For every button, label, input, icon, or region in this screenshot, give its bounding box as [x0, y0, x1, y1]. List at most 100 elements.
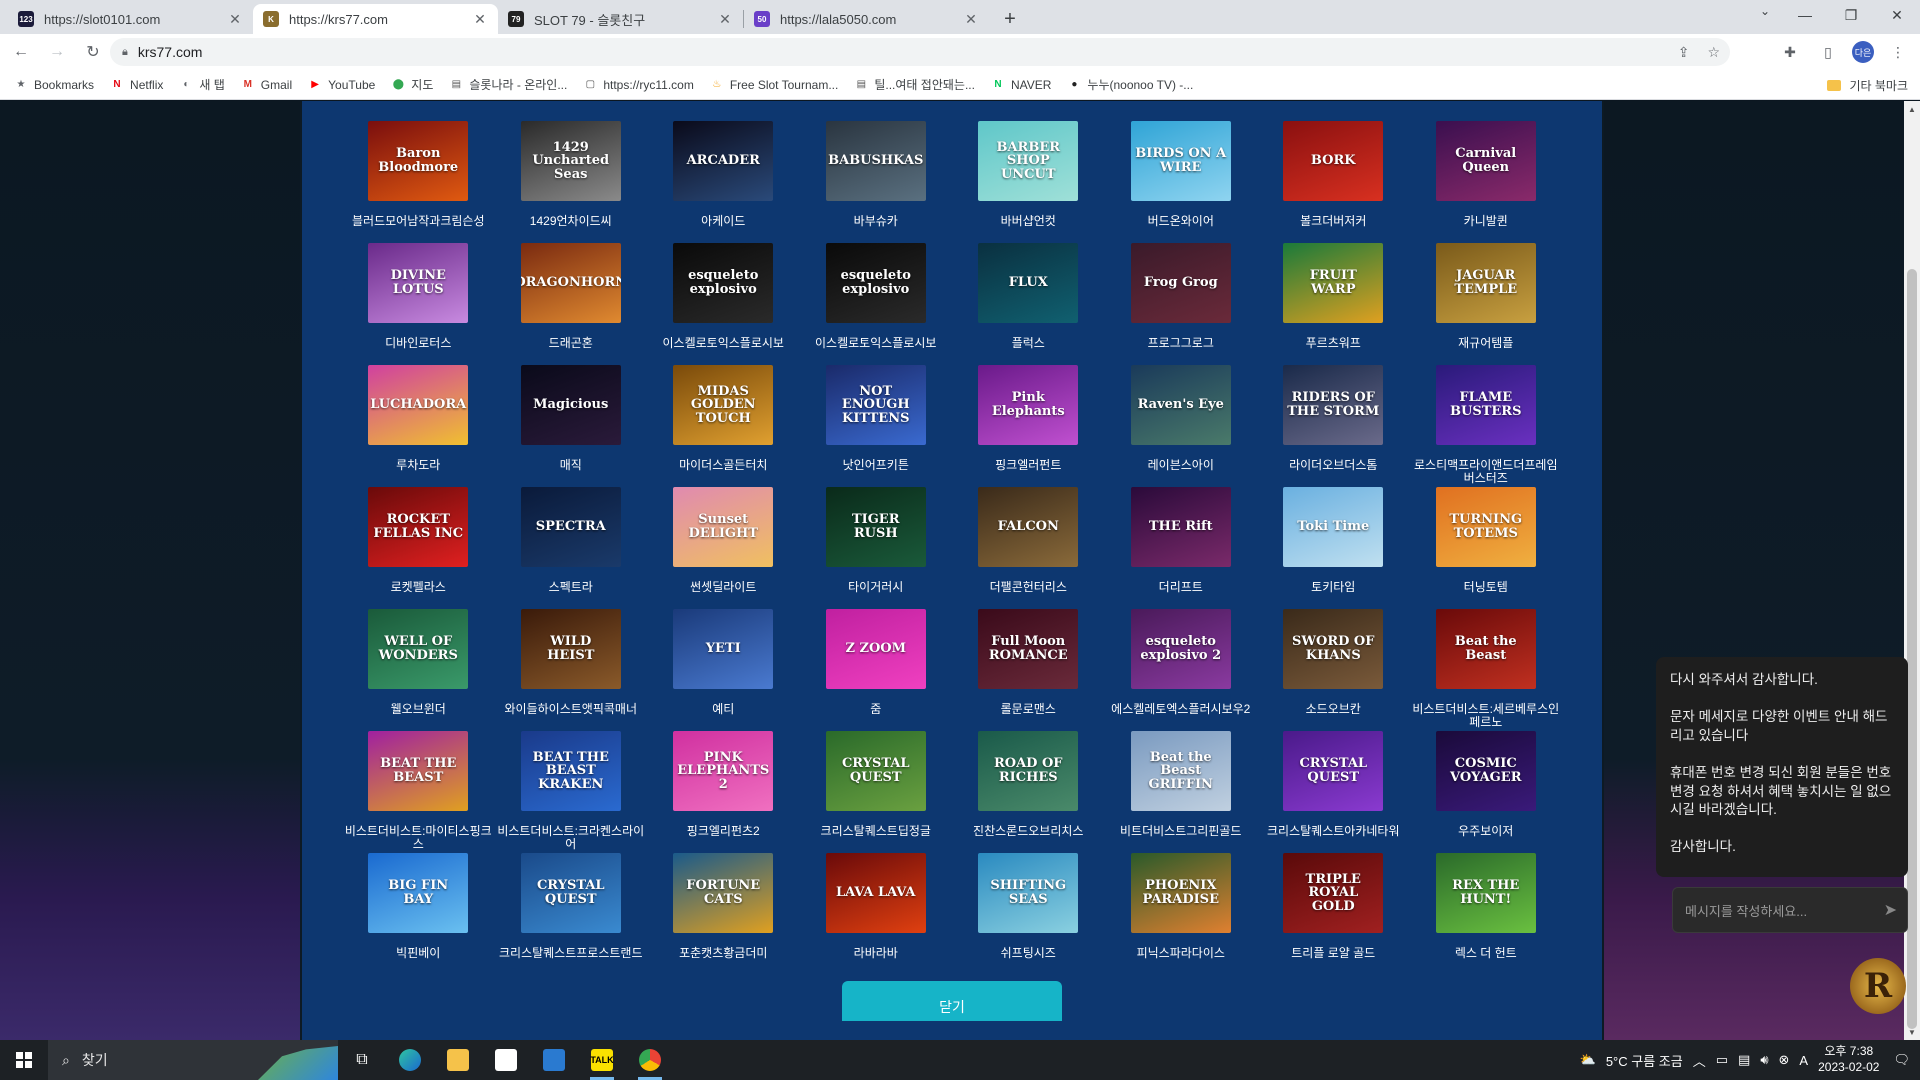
- game-title[interactable]: 와이들하이스트앳픽콕매너: [495, 702, 647, 716]
- game-title[interactable]: 푸르츠워프: [1257, 336, 1409, 350]
- game-thumbnail[interactable]: YETI: [673, 609, 774, 689]
- game-card[interactable]: TRIPLE ROYAL GOLD 트리플 로얄 골드: [1257, 853, 1410, 975]
- game-title[interactable]: 비스트더비스트:크라켄스라이어: [495, 824, 647, 851]
- game-title[interactable]: 바버샵언컷: [952, 214, 1104, 228]
- game-title[interactable]: 우주보이저: [1410, 824, 1562, 838]
- browser-tab[interactable]: 79 SLOT 79 - 슬롯친구 ✕: [498, 4, 743, 34]
- game-thumbnail[interactable]: Beat the Beast GRIFFIN: [1130, 731, 1231, 811]
- game-card[interactable]: BEAT THE BEAST KRAKEN 비스트더비스트:크라켄스라이어: [495, 731, 648, 853]
- game-card[interactable]: esqueleto explosivo 이스켈로토익스플로시보: [647, 243, 800, 365]
- game-card[interactable]: COSMIC VOYAGER 우주보이저: [1410, 731, 1563, 853]
- reload-button[interactable]: ↻: [78, 37, 108, 67]
- bookmark-item[interactable]: M Gmail: [241, 78, 293, 92]
- game-title[interactable]: 아케이드: [647, 214, 799, 228]
- game-card[interactable]: WELL OF WONDERS 웰오브윈더: [342, 609, 495, 731]
- game-title[interactable]: 더팰콘헌터리스: [952, 580, 1104, 594]
- share-icon[interactable]: ⇪: [1678, 44, 1690, 61]
- game-thumbnail[interactable]: esqueleto explosivo: [673, 243, 774, 323]
- bookmark-item[interactable]: ⬤ 지도: [391, 76, 434, 93]
- game-title[interactable]: 볼크더버저커: [1257, 214, 1409, 228]
- display-icon[interactable]: ▭: [1716, 1052, 1728, 1068]
- game-title[interactable]: 로켓펠라스: [342, 580, 494, 594]
- volume-icon[interactable]: 🔊︎: [1760, 1052, 1768, 1068]
- game-card[interactable]: Magicious 매직: [495, 365, 648, 487]
- tab-search-icon[interactable]: ⌄: [1760, 4, 1770, 18]
- game-card[interactable]: CRYSTAL QUEST 크리스탈퀘스트프로스트랜드: [495, 853, 648, 975]
- game-thumbnail[interactable]: Frog Grog: [1130, 243, 1231, 323]
- game-card[interactable]: CRYSTAL QUEST 크리스탈퀘스트딥정글: [800, 731, 953, 853]
- game-card[interactable]: MIDAS GOLDEN TOUCH 마이더스골든터치: [647, 365, 800, 487]
- game-card[interactable]: NOT ENOUGH KITTENS 낫인어프키튼: [800, 365, 953, 487]
- game-title[interactable]: 포춘캣츠황금더미: [647, 946, 799, 960]
- game-title[interactable]: 롤문로맨스: [952, 702, 1104, 716]
- address-bar[interactable]: 🔒︎ krs77.com ⇪ ☆: [110, 38, 1730, 66]
- game-thumbnail[interactable]: PINK ELEPHANTS 2: [673, 731, 774, 811]
- game-title[interactable]: 터닝토템: [1410, 580, 1562, 594]
- weather-text[interactable]: 5°C 구름 조금: [1606, 1051, 1683, 1070]
- game-thumbnail[interactable]: BIG FIN BAY: [368, 853, 469, 933]
- game-title[interactable]: 루차도라: [342, 458, 494, 472]
- game-thumbnail[interactable]: CRYSTAL QUEST: [1283, 731, 1384, 811]
- game-card[interactable]: BABUSHKAS 바부슈카: [800, 121, 953, 243]
- mute-icon[interactable]: ⊗: [1779, 1052, 1790, 1068]
- weather-icon[interactable]: ⛅: [1580, 1052, 1596, 1068]
- game-title[interactable]: 트리플 로얄 골드: [1257, 946, 1409, 960]
- game-card[interactable]: Raven's Eye 레이븐스아이: [1105, 365, 1258, 487]
- browser-tab[interactable]: Khttps://krs77.com ✕: [253, 4, 498, 34]
- game-title[interactable]: 라이더오브더스톰: [1257, 458, 1409, 472]
- game-thumbnail[interactable]: BARBER SHOP UNCUT: [978, 121, 1079, 201]
- game-thumbnail[interactable]: REX THE HUNT!: [1435, 853, 1536, 933]
- bookmark-item[interactable]: ● 누누(noonoo TV) -...: [1067, 76, 1193, 93]
- game-thumbnail[interactable]: BABUSHKAS: [825, 121, 926, 201]
- file-explorer-icon[interactable]: [434, 1040, 482, 1080]
- game-card[interactable]: FALCON 더팰콘헌터리스: [952, 487, 1105, 609]
- game-thumbnail[interactable]: SHIFTING SEAS: [978, 853, 1079, 933]
- game-thumbnail[interactable]: COSMIC VOYAGER: [1435, 731, 1536, 811]
- game-title[interactable]: 핑크엘리펀츠2: [647, 824, 799, 838]
- store-icon[interactable]: [482, 1040, 530, 1080]
- game-thumbnail[interactable]: CRYSTAL QUEST: [520, 853, 621, 933]
- game-card[interactable]: DIVINE LOTUS 디바인로터스: [342, 243, 495, 365]
- game-card[interactable]: Frog Grog 프로그그로그: [1105, 243, 1258, 365]
- task-view-icon[interactable]: ⧉: [338, 1040, 386, 1080]
- game-card[interactable]: BEAT THE BEAST 비스트더비스트:마이티스핑크스: [342, 731, 495, 853]
- game-title[interactable]: 이스켈로토익스플로시보: [800, 336, 952, 350]
- chat-input[interactable]: 메시지를 작성하세요... ➤: [1672, 887, 1908, 933]
- extensions-icon[interactable]: ✚: [1776, 38, 1804, 66]
- game-title[interactable]: 더리프트: [1105, 580, 1257, 594]
- profile-avatar[interactable]: 다은: [1852, 41, 1874, 63]
- bookmark-item[interactable]: ▤ 슬롯나라 - 온라인...: [449, 76, 568, 93]
- game-thumbnail[interactable]: RIDERS OF THE STORM: [1283, 365, 1384, 445]
- game-title[interactable]: 크리스탈퀘스트프로스트랜드: [495, 946, 647, 960]
- game-card[interactable]: PINK ELEPHANTS 2 핑크엘리펀츠2: [647, 731, 800, 853]
- game-title[interactable]: 플럭스: [952, 336, 1104, 350]
- bookmark-item[interactable]: ♨ Free Slot Tournam...: [710, 78, 838, 92]
- game-thumbnail[interactable]: FALCON: [978, 487, 1079, 567]
- game-title[interactable]: 비스트더비스트:세르베루스인페르노: [1410, 702, 1562, 729]
- bookmark-item[interactable]: ▶ YouTube: [308, 78, 375, 92]
- mail-icon[interactable]: [530, 1040, 578, 1080]
- game-title[interactable]: 로스티맥프라이앤드더프레임버스터즈: [1410, 458, 1562, 485]
- bookmark-item[interactable]: ★ Bookmarks: [14, 78, 95, 92]
- chrome-icon[interactable]: [626, 1040, 674, 1080]
- side-panel-icon[interactable]: ▯: [1814, 38, 1842, 66]
- game-thumbnail[interactable]: SWORD OF KHANS: [1283, 609, 1384, 689]
- browser-tab[interactable]: 50 https://lala5050.com ✕: [744, 4, 989, 34]
- game-title[interactable]: 소드오브칸: [1257, 702, 1409, 716]
- game-title[interactable]: 이스켈로토익스플로시보: [647, 336, 799, 350]
- game-thumbnail[interactable]: JAGUAR TEMPLE: [1435, 243, 1536, 323]
- game-title[interactable]: 디바인로터스: [342, 336, 494, 350]
- game-card[interactable]: JAGUAR TEMPLE 재규어템플: [1410, 243, 1563, 365]
- game-thumbnail[interactable]: MIDAS GOLDEN TOUCH: [673, 365, 774, 445]
- game-thumbnail[interactable]: FRUIT WARP: [1283, 243, 1384, 323]
- game-title[interactable]: 타이거러시: [800, 580, 952, 594]
- tab-close-icon[interactable]: ✕: [472, 11, 488, 27]
- game-thumbnail[interactable]: Full Moon ROMANCE: [978, 609, 1079, 689]
- game-thumbnail[interactable]: esqueleto explosivo: [825, 243, 926, 323]
- game-thumbnail[interactable]: FORTUNE CATS: [673, 853, 774, 933]
- game-title[interactable]: 예티: [647, 702, 799, 716]
- game-card[interactable]: esqueleto explosivo 2 에스켈레토엑스플러시보우2: [1105, 609, 1258, 731]
- game-title[interactable]: 빅핀베이: [342, 946, 494, 960]
- game-title[interactable]: 웰오브윈더: [342, 702, 494, 716]
- game-card[interactable]: WILD HEIST 와이들하이스트앳픽콕매너: [495, 609, 648, 731]
